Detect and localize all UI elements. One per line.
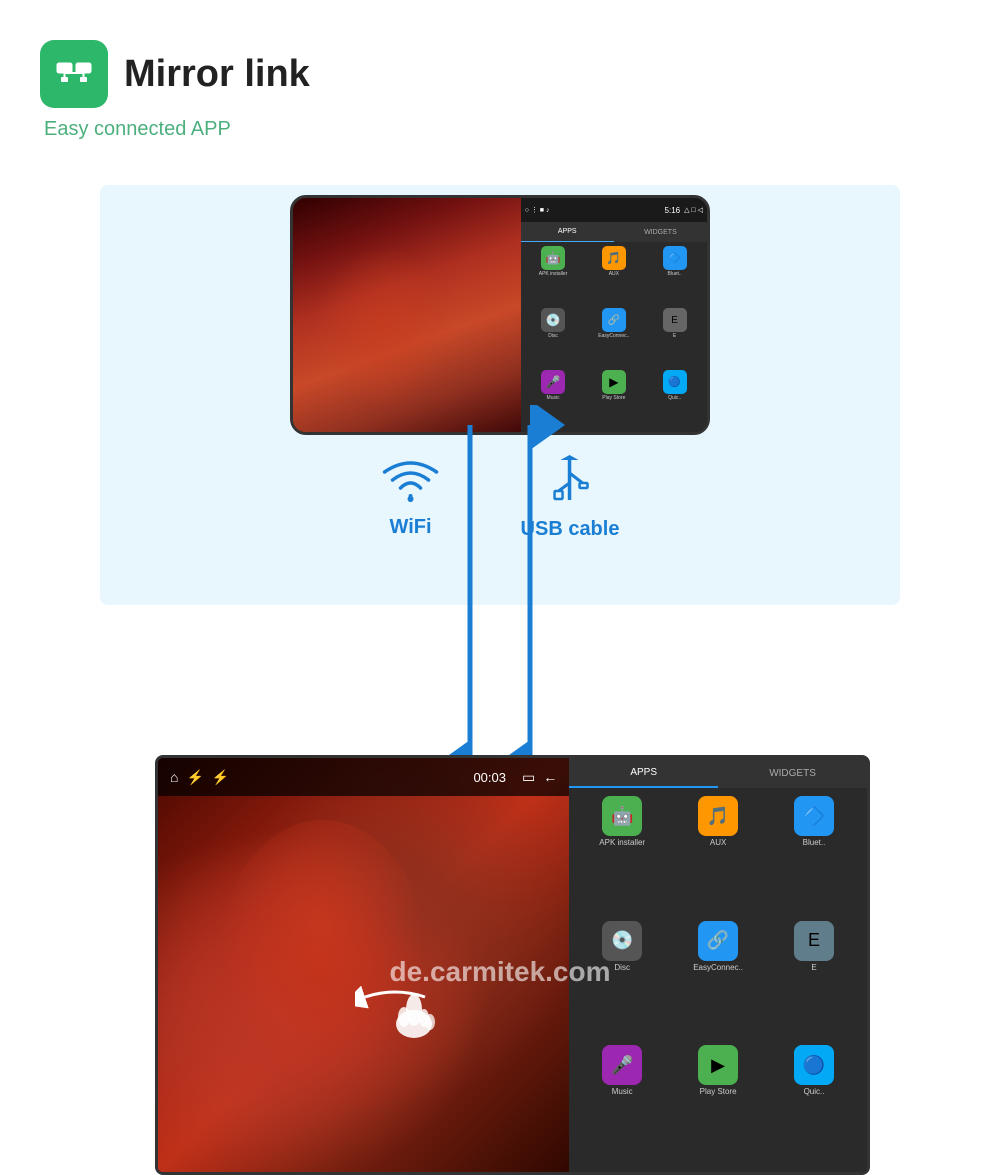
easy-connected-label: Easy connected APP [44, 118, 310, 141]
wifi-label: WiFi [390, 516, 432, 539]
list-item: 🔗 EasyConnec.. [585, 308, 642, 366]
wifi-icon [381, 458, 441, 508]
phone-screen-video [293, 198, 521, 432]
usb-connection: USB cable [521, 455, 620, 541]
car-home-icon: ⌂ [170, 769, 178, 785]
list-item: 🔷 Bluet.. [769, 796, 859, 915]
list-item: 🎵 AUX [585, 246, 642, 304]
car-app-icon-disc: 💿 [602, 921, 642, 961]
diagram-area: ○ ⋮ ■ ♪ 5:16 △ □ ◁ APPS WIDGETS 🤖 APK in… [0, 185, 1000, 1000]
app-icon-bt: 🔷 [663, 246, 687, 270]
phone-tab-widgets: WIDGETS [614, 222, 707, 242]
car-time: 00:03 [473, 770, 506, 785]
car-app-icon-bt: 🔷 [794, 796, 834, 836]
app-icon-disc: 💿 [541, 308, 565, 332]
car-apps-panel: APPS WIDGETS 🤖 APK installer 🎵 AUX 🔷 Blu… [569, 758, 867, 1172]
phone-status-bar: ○ ⋮ ■ ♪ 5:16 △ □ ◁ [521, 198, 707, 222]
list-item: 🎵 AUX [673, 796, 763, 915]
app-icon-apk: 🤖 [541, 246, 565, 270]
mirror-link-icon [40, 40, 108, 108]
list-item: 🔷 Bluet.. [646, 246, 703, 304]
car-app-icon-play: ▶ [698, 1045, 738, 1085]
app-icon-e: E [663, 308, 687, 332]
app-icon-music: 🎤 [541, 370, 565, 394]
connection-icons: WiFi USB cable [381, 455, 620, 541]
watermark: de.carmitek.com [390, 956, 611, 988]
car-window-icon: ▭ [522, 769, 535, 786]
list-item: 🤖 APK installer [577, 796, 667, 915]
app-icon-play: ▶ [602, 370, 626, 394]
car-app-icon-e: E [794, 921, 834, 961]
finger-pointer [384, 982, 444, 1042]
phone-video-content [293, 198, 521, 432]
list-item: 🎤 Music [525, 370, 582, 428]
list-item: ▶ Play Store [673, 1045, 763, 1164]
mirror-link-row: Mirror link [40, 40, 310, 108]
car-usb-icon: ⚡ [186, 769, 203, 786]
list-item: 🔵 Quic.. [646, 370, 703, 428]
car-tab-widgets: WIDGETS [718, 758, 867, 788]
car-tab-apps: APPS [569, 758, 718, 788]
app-icon-quic: 🔵 [663, 370, 687, 394]
phone-device: ○ ⋮ ■ ♪ 5:16 △ □ ◁ APPS WIDGETS 🤖 APK in… [290, 195, 710, 435]
wifi-connection: WiFi [381, 458, 441, 539]
list-item: 🤖 APK installer [525, 246, 582, 304]
phone-tabs: APPS WIDGETS [521, 222, 707, 242]
usb-label: USB cable [521, 518, 620, 541]
header-section: Mirror link Easy connected APP [40, 40, 310, 141]
car-tabs: APPS WIDGETS [569, 758, 867, 788]
list-item: ▶ Play Store [585, 370, 642, 428]
app-icon-aux: 🎵 [602, 246, 626, 270]
list-item: E E [646, 308, 703, 366]
list-item: E E [769, 921, 859, 1040]
list-item: 💿 Disc [525, 308, 582, 366]
car-usb2-icon: ⚡ [212, 769, 229, 786]
car-app-icon-apk: 🤖 [602, 796, 642, 836]
mirror-link-title: Mirror link [124, 53, 310, 96]
car-back-icon: ← [543, 769, 557, 785]
car-app-icon-music: 🎤 [602, 1045, 642, 1085]
list-item: 🔵 Quic.. [769, 1045, 859, 1164]
car-app-icon-aux: 🎵 [698, 796, 738, 836]
app-icon-easy: 🔗 [602, 308, 626, 332]
car-status-bar: ⌂ ⚡ ⚡ 00:03 ▭ ← [158, 758, 569, 796]
usb-icon [545, 455, 595, 510]
phone-tab-apps: APPS [521, 222, 614, 242]
phone-apps-grid: 🤖 APK installer 🎵 AUX 🔷 Bluet.. 💿 Disc 🔗 [521, 242, 707, 432]
list-item: 🎤 Music [577, 1045, 667, 1164]
car-app-icon-quic: 🔵 [794, 1045, 834, 1085]
car-app-icon-easy: 🔗 [698, 921, 738, 961]
phone-screen-apps: ○ ⋮ ■ ♪ 5:16 △ □ ◁ APPS WIDGETS 🤖 APK in… [521, 198, 707, 432]
car-apps-grid: 🤖 APK installer 🎵 AUX 🔷 Bluet.. 💿 Disc 🔗 [569, 788, 867, 1172]
list-item: 🔗 EasyConnec.. [673, 921, 763, 1040]
